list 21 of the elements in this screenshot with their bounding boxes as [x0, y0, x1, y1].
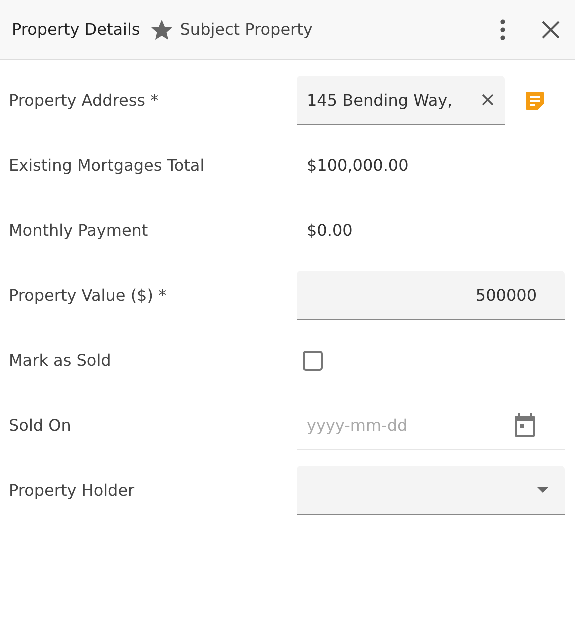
field-label: Existing Mortgages Total [9, 156, 206, 175]
panel-title: Property Details [12, 20, 140, 39]
panel-subtitle: Subject Property [180, 20, 314, 39]
field-label: Mark as Sold [9, 351, 112, 370]
field-label: Property Value ($) * [9, 286, 168, 305]
dropdown-caret-icon [537, 487, 549, 493]
field-label: Monthly Payment [9, 221, 150, 240]
field-label: Property Holder [9, 481, 136, 500]
sold-checkbox[interactable] [303, 350, 323, 370]
property-value-field[interactable]: 500000 [297, 271, 565, 320]
field-value: $100,000.00 [307, 156, 409, 175]
more-menu-icon[interactable] [500, 18, 506, 40]
field-label: Sold On [9, 416, 72, 435]
clear-icon[interactable] [481, 93, 495, 107]
star-icon [150, 18, 174, 42]
field-value: $0.00 [307, 221, 353, 240]
address-field[interactable]: 145 Bending Way, [297, 76, 505, 125]
close-icon[interactable] [542, 20, 560, 38]
holder-dropdown[interactable] [297, 466, 565, 515]
calendar-icon[interactable] [513, 412, 537, 438]
field-label: Property Address * [9, 91, 160, 110]
